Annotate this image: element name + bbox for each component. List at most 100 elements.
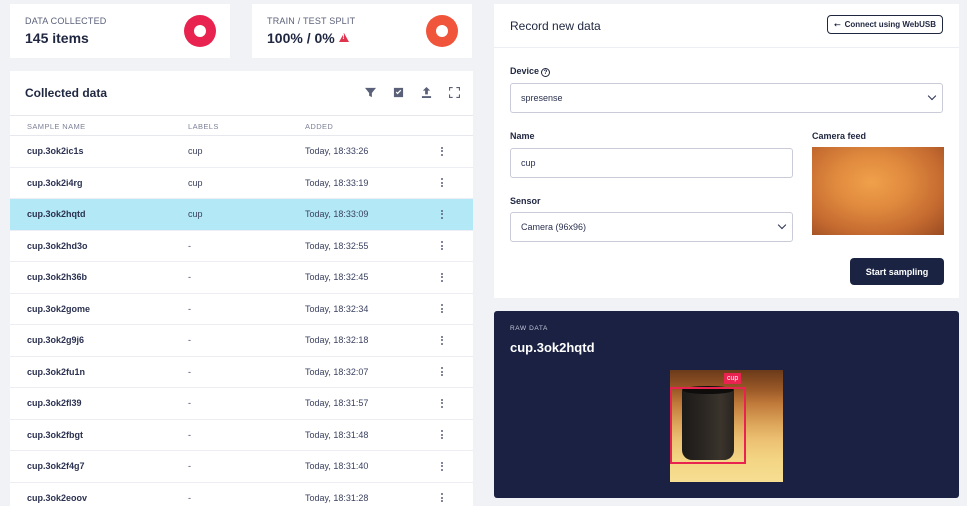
sample-name: cup.3ok2fl39 (27, 398, 82, 408)
data-collected-card: DATA COLLECTED 145 items (10, 4, 230, 58)
device-label-wrap: Device? (510, 66, 551, 77)
name-input[interactable]: cup (510, 148, 793, 178)
sample-label: - (188, 240, 191, 251)
row-menu-icon[interactable] (438, 333, 446, 347)
name-input-value: cup (521, 158, 536, 168)
row-menu-icon[interactable] (438, 239, 446, 253)
sample-added: Today, 18:32:55 (305, 240, 369, 251)
data-collected-label: DATA COLLECTED (25, 16, 107, 26)
sample-name: cup.3ok2fbgt (27, 429, 84, 440)
sample-added: Today, 18:32:34 (305, 303, 369, 314)
camera-feed-image (812, 147, 944, 235)
record-new-data-panel: Record new data ⭠ Connect using WebUSB D… (494, 4, 959, 298)
column-header-sample-name[interactable]: SAMPLE NAME (27, 122, 86, 131)
sample-name: cup.3ok2gome (27, 303, 91, 314)
table-row[interactable]: cup.3ok2fu1n - Today, 18:32:07 (10, 357, 473, 388)
chevron-down-icon (777, 220, 787, 230)
start-sampling-button[interactable]: Start sampling (850, 258, 944, 285)
sample-label: cup (188, 146, 203, 156)
record-title: Record new data (510, 19, 601, 33)
row-menu-icon[interactable] (438, 302, 446, 316)
sample-label: - (188, 272, 191, 282)
name-label: Name (510, 131, 535, 141)
sample-name: cup.3ok2f4g7 (27, 461, 85, 471)
sensor-select[interactable]: Camera (96x96) (510, 212, 793, 242)
sample-name: cup.3ok2hqtd (27, 209, 86, 219)
train-test-split-value-wrap: 100% / 0% (267, 30, 349, 46)
row-menu-icon[interactable] (438, 365, 446, 379)
table-row[interactable]: cup.3ok2h36b - Today, 18:32:45 (10, 262, 473, 294)
row-menu-icon[interactable] (438, 428, 446, 442)
train-test-split-card: TRAIN / TEST SPLIT 100% / 0% (252, 4, 472, 58)
row-menu-icon[interactable] (438, 207, 446, 221)
column-header-added[interactable]: ADDED (305, 122, 333, 131)
table-header: SAMPLE NAME LABELS ADDED (10, 115, 473, 136)
train-test-split-label: TRAIN / TEST SPLIT (267, 16, 356, 26)
sample-label: - (188, 366, 191, 377)
upload-icon[interactable] (419, 85, 433, 99)
expand-icon[interactable] (447, 85, 461, 99)
connect-webusb-label: Connect using WebUSB (844, 20, 936, 29)
table-toolbar (363, 85, 461, 99)
row-menu-icon[interactable] (438, 491, 446, 505)
table-row[interactable]: cup.3ok2ic1s cup Today, 18:33:26 (10, 136, 473, 168)
sensor-label: Sensor (510, 196, 541, 206)
table-row[interactable]: cup.3ok2g9j6 - Today, 18:32:18 (10, 325, 473, 357)
collected-data-title: Collected data (25, 86, 108, 100)
raw-data-sample-name: cup.3ok2hqtd (510, 340, 595, 355)
sample-label: cup (188, 209, 203, 219)
data-collected-value: 145 items (25, 30, 89, 46)
sample-name: cup.3ok2i4rg (27, 177, 83, 188)
sample-label: - (188, 335, 191, 345)
sample-added: Today, 18:32:45 (305, 272, 369, 282)
table-row[interactable]: cup.3ok2fbgt - Today, 18:31:48 (10, 420, 473, 451)
sample-added: Today, 18:33:26 (305, 146, 369, 156)
table-body: cup.3ok2ic1s cup Today, 18:33:26 cup.3ok2i… (10, 136, 473, 506)
table-row[interactable]: cup.3ok2i4rg cup Today, 18:33:19 (10, 168, 473, 199)
camera-feed-label: Camera feed (812, 131, 867, 141)
device-select[interactable]: spresense (510, 83, 943, 113)
sample-added: Today, 18:33:19 (305, 177, 369, 188)
row-menu-icon[interactable] (438, 396, 446, 410)
sample-added: Today, 18:32:18 (305, 335, 369, 345)
sample-name: cup.3ok2ic1s (27, 146, 84, 156)
row-menu-icon[interactable] (438, 176, 446, 190)
bounding-box-label: cup (724, 373, 742, 384)
row-menu-icon[interactable] (438, 144, 446, 158)
table-row[interactable]: cup.3ok2fl39 - Today, 18:31:57 (10, 388, 473, 420)
device-select-value: spresense (521, 93, 563, 103)
table-row[interactable]: cup.3ok2gome - Today, 18:32:34 (10, 294, 473, 325)
table-row[interactable]: cup.3ok2hd3o - Today, 18:32:55 (10, 231, 473, 262)
sample-name: cup.3ok2fu1n (27, 366, 86, 377)
sample-added: Today, 18:31:48 (305, 429, 369, 440)
device-label: Device (510, 66, 540, 76)
table-row[interactable]: cup.3ok2eoov - Today, 18:31:28 (10, 483, 473, 506)
chevron-down-icon (927, 91, 937, 101)
data-collected-donut-icon (184, 15, 216, 47)
sample-label: - (188, 461, 191, 471)
connect-webusb-button[interactable]: ⭠ Connect using WebUSB (827, 15, 943, 34)
table-row[interactable]: cup.3ok2f4g7 - Today, 18:31:40 (10, 451, 473, 483)
sample-label: cup (188, 177, 203, 188)
row-menu-icon[interactable] (438, 459, 446, 473)
usb-icon: ⭠ (834, 19, 841, 29)
train-test-split-donut-icon (426, 15, 458, 47)
sample-name: cup.3ok2hd3o (27, 240, 88, 251)
raw-data-image: cup (670, 370, 783, 482)
warning-icon[interactable] (338, 33, 349, 42)
raw-data-panel: RAW DATA cup.3ok2hqtd cup (494, 311, 959, 498)
sample-added: Today, 18:31:28 (305, 492, 369, 503)
collected-data-panel: Collected data SAMPLE NAME LABELS ADDED … (10, 71, 473, 506)
sensor-select-value: Camera (96x96) (521, 222, 587, 232)
help-icon[interactable]: ? (541, 68, 551, 77)
sample-added: Today, 18:32:07 (305, 366, 369, 377)
sample-name: cup.3ok2eoov (27, 492, 88, 503)
filter-icon[interactable] (363, 85, 377, 99)
select-icon[interactable] (391, 85, 405, 99)
bounding-box[interactable] (670, 387, 746, 464)
row-menu-icon[interactable] (438, 270, 446, 284)
table-row-selected[interactable]: cup.3ok2hqtd cup Today, 18:33:09 (10, 199, 473, 231)
sample-added: Today, 18:31:40 (305, 461, 369, 471)
column-header-labels[interactable]: LABELS (188, 122, 219, 131)
sample-label: - (188, 429, 191, 440)
